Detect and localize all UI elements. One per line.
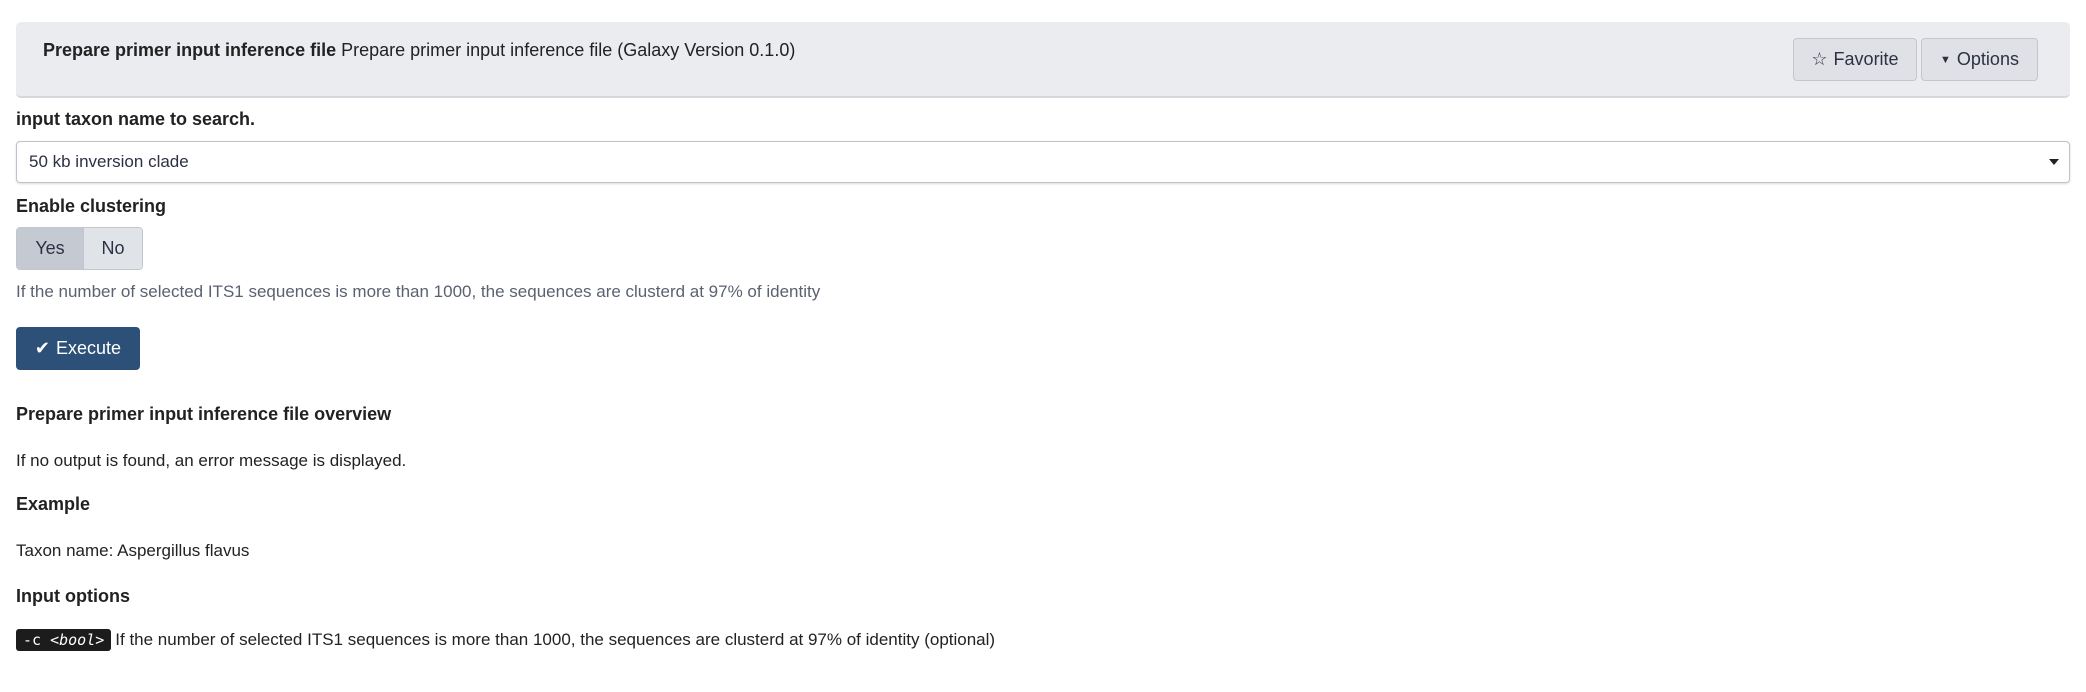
execute-label: Execute bbox=[56, 338, 122, 358]
caret-down-icon bbox=[2049, 159, 2059, 165]
favorite-label: Favorite bbox=[1833, 49, 1899, 69]
tool-header: Prepare primer input inference file Prep… bbox=[16, 22, 2070, 98]
clustering-no-button[interactable]: No bbox=[83, 228, 142, 269]
options-button[interactable]: ▼ Options bbox=[1921, 38, 2038, 81]
check-icon: ✔ bbox=[34, 338, 51, 358]
clustering-help: If the number of selected ITS1 sequences… bbox=[16, 282, 821, 301]
clustering-yes-button[interactable]: Yes bbox=[17, 228, 83, 269]
taxon-select[interactable]: 50 kb inversion clade bbox=[16, 141, 2070, 183]
option-code: -c <bool> bbox=[16, 629, 112, 651]
option-type: <bool> bbox=[50, 631, 105, 649]
favorite-button[interactable]: ☆ Favorite bbox=[1793, 38, 1917, 81]
overview-heading: Prepare primer input inference file over… bbox=[16, 404, 392, 424]
example-text: Taxon name: Aspergillus flavus bbox=[16, 541, 250, 560]
options-label: Options bbox=[1956, 49, 2019, 69]
tool-name: Prepare primer input inference file bbox=[43, 40, 337, 60]
tool-description: Prepare primer input inference file (Gal… bbox=[341, 40, 796, 60]
star-icon: ☆ bbox=[1811, 49, 1828, 69]
clustering-label: Enable clustering bbox=[16, 196, 167, 216]
options-heading: Input options bbox=[16, 586, 130, 606]
option-item: -c <bool> If the number of selected ITS1 … bbox=[16, 629, 996, 651]
taxon-value: 50 kb inversion clade bbox=[29, 152, 189, 171]
taxon-label: input taxon name to search. bbox=[16, 109, 256, 129]
example-heading: Example bbox=[16, 494, 91, 514]
execute-button[interactable]: ✔ Execute bbox=[16, 327, 140, 370]
overview-text: If no output is found, an error message … bbox=[16, 451, 407, 470]
tool-title: Prepare primer input inference file Prep… bbox=[43, 40, 795, 61]
caret-down-icon: ▼ bbox=[1940, 53, 1951, 66]
option-text: If the number of selected ITS1 sequences… bbox=[115, 630, 996, 649]
option-flag: -c bbox=[23, 631, 42, 649]
clustering-toggle: Yes No bbox=[16, 227, 143, 270]
